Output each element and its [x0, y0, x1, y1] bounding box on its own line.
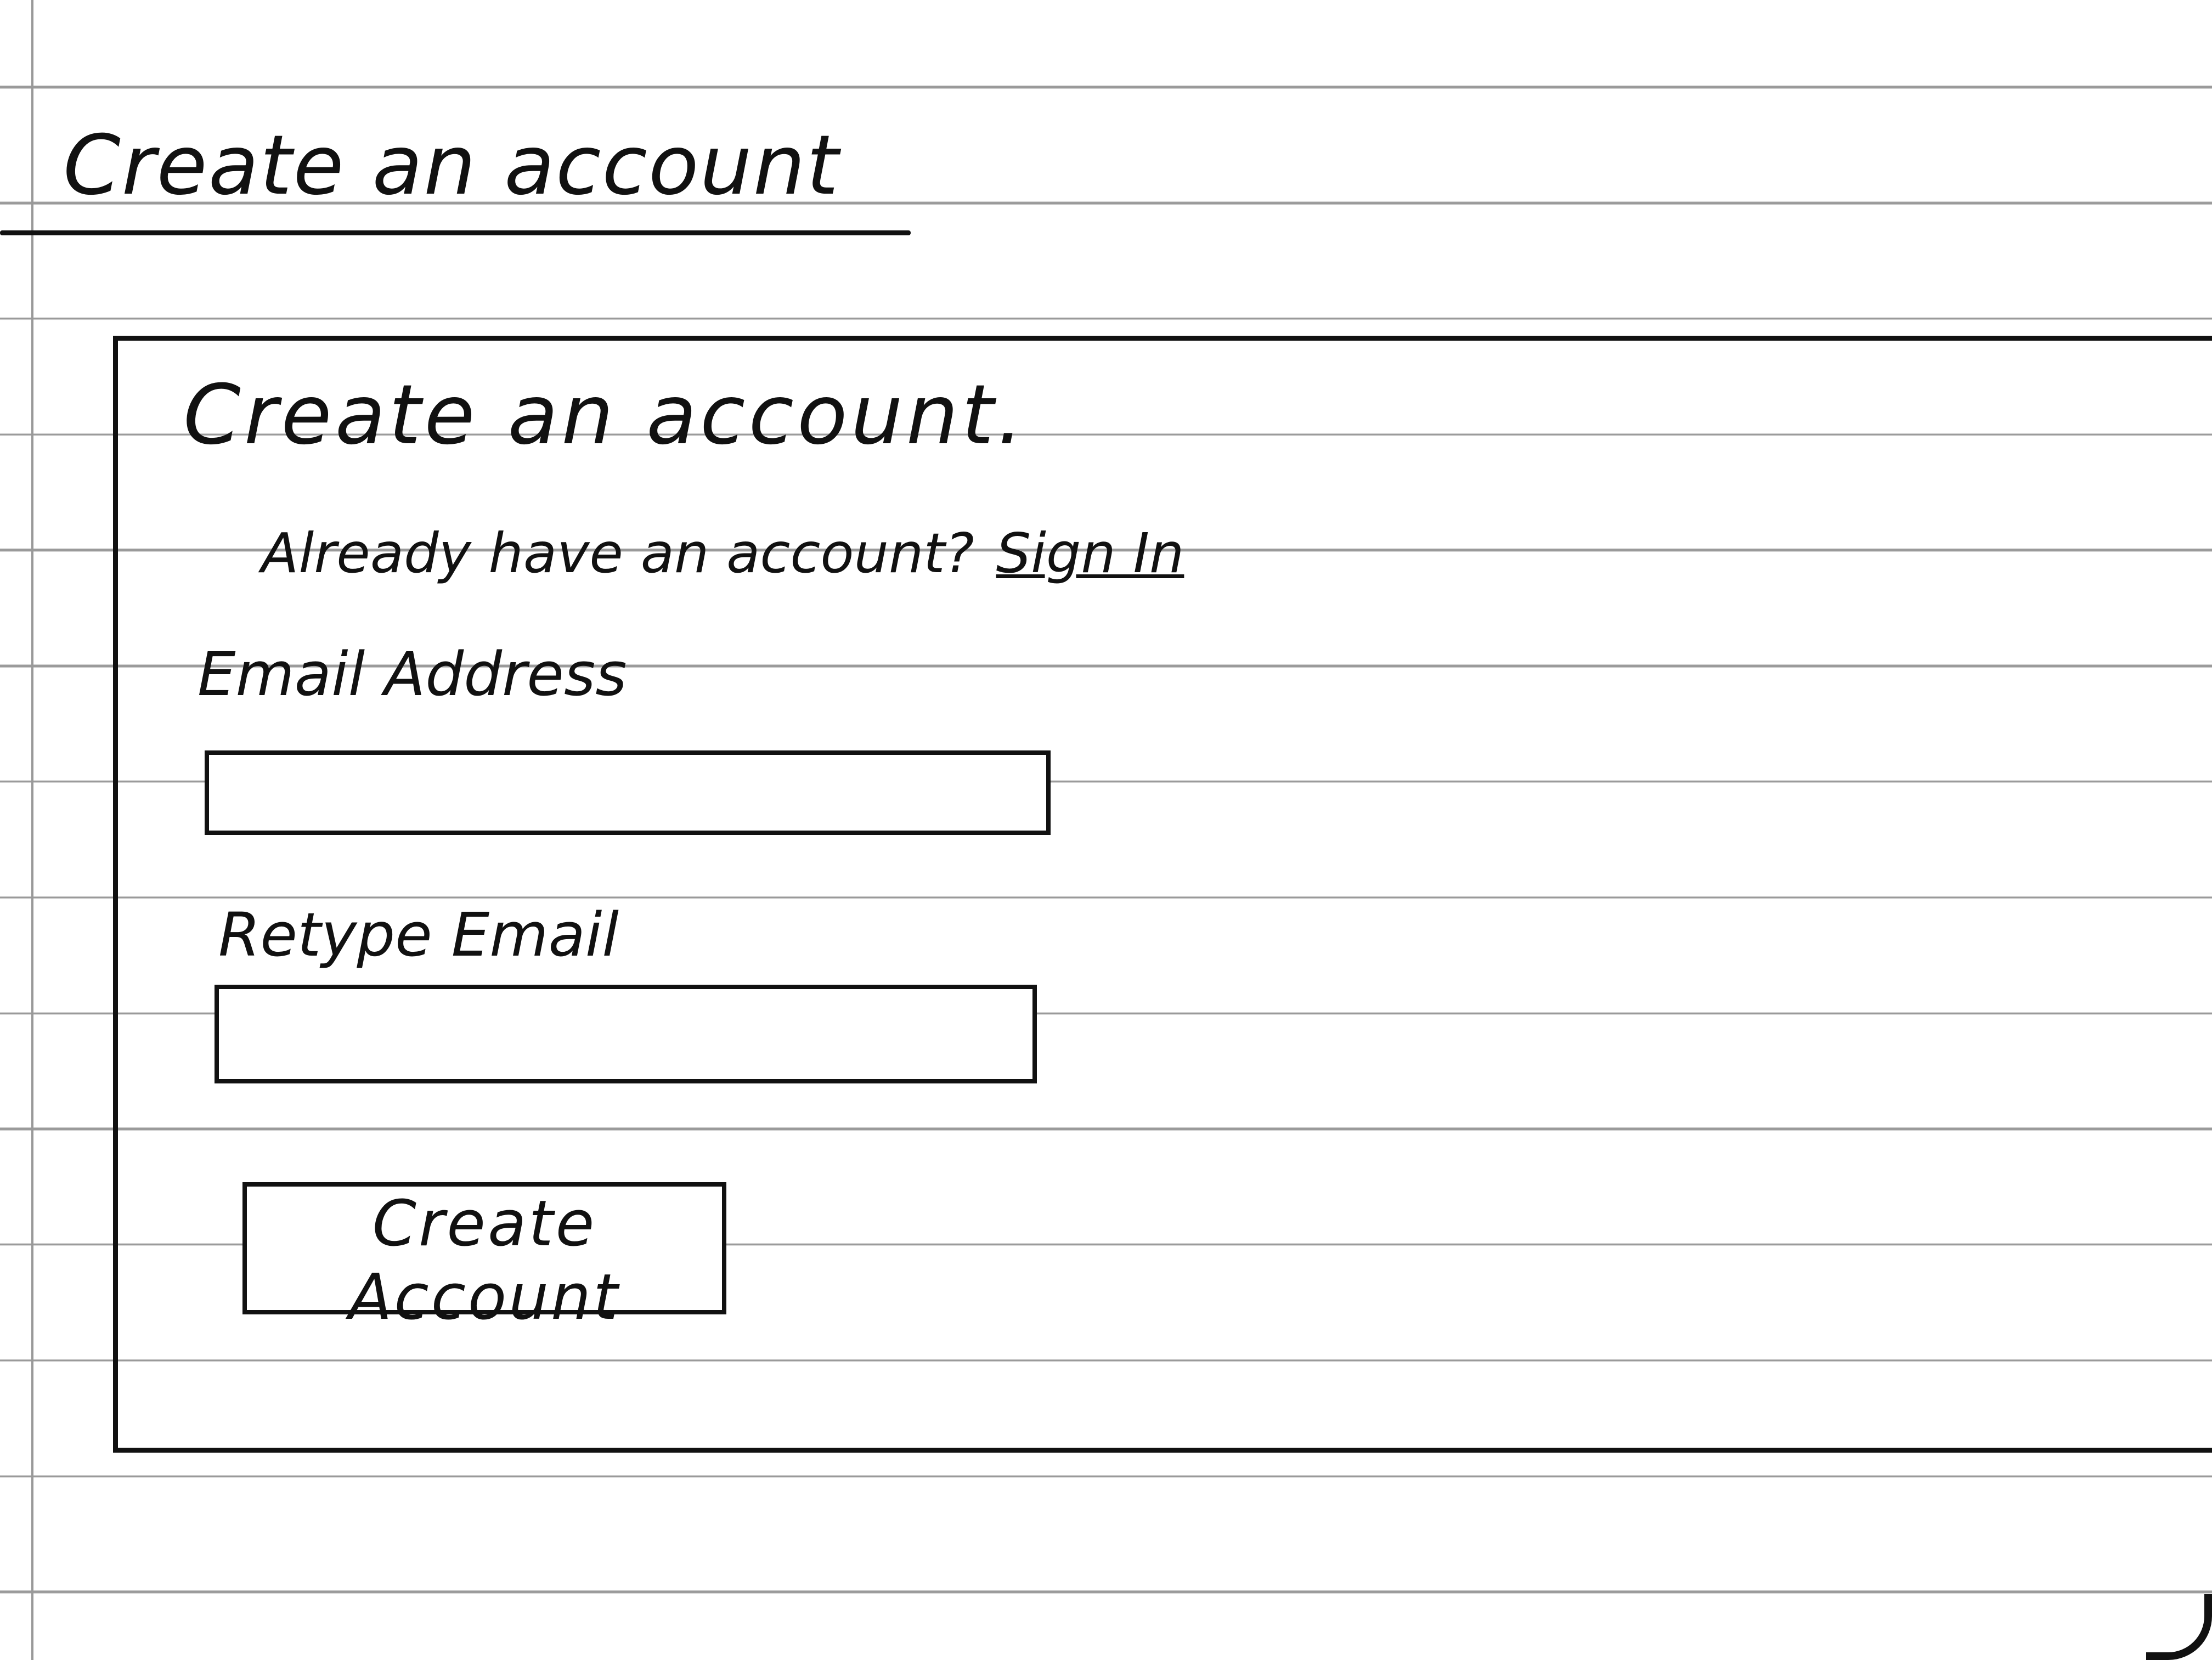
create-account-button[interactable]: Create Account [242, 1182, 726, 1334]
signin-prompt: Already have an account? Sign In [261, 521, 1184, 585]
form-title: Create an account. [183, 368, 1027, 463]
page-corner [2146, 1594, 2212, 1660]
signin-prompt-text: Already have an account? [261, 521, 974, 585]
email-label: Email Address [198, 639, 627, 709]
notebook-margin-line [31, 0, 33, 1660]
title-divider [0, 230, 911, 235]
retype-email-label: Retype Email [218, 900, 619, 970]
signin-link[interactable]: Sign In [996, 521, 1184, 585]
page-title: Create an account [63, 118, 840, 213]
retype-email-input[interactable] [215, 985, 1037, 1083]
email-input[interactable] [205, 750, 1051, 835]
